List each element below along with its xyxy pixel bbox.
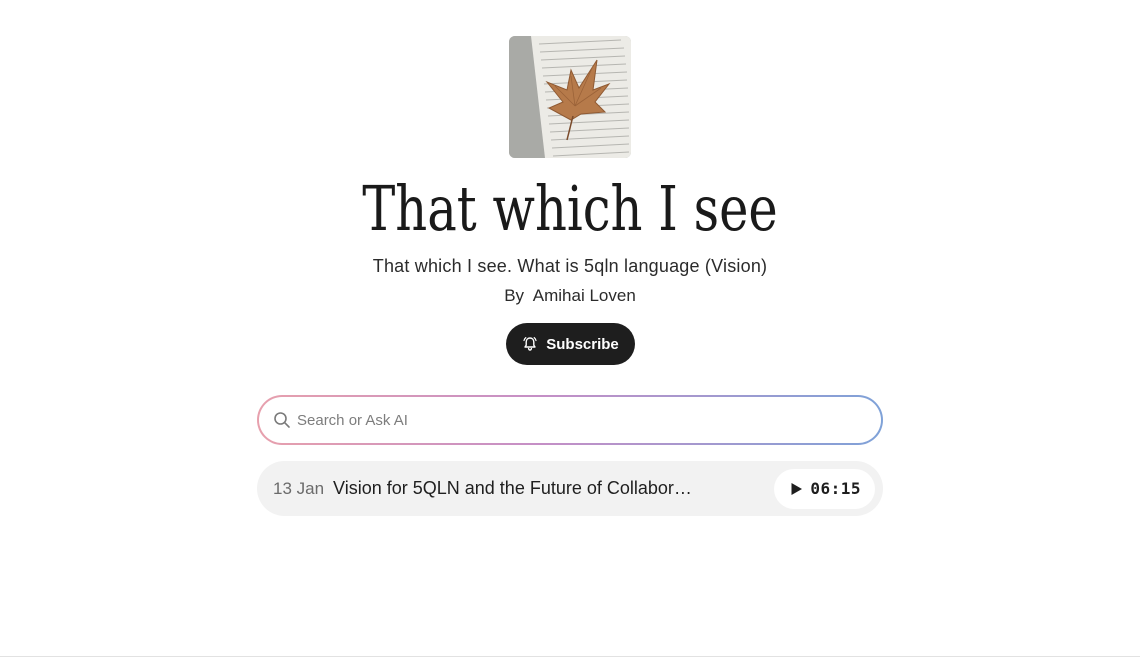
byline: By Amihai Loven (0, 285, 1140, 307)
play-button[interactable]: 06:15 (774, 468, 875, 509)
subscribe-button[interactable]: Subscribe (506, 323, 635, 365)
episode-duration: 06:15 (810, 479, 861, 498)
play-icon (791, 482, 803, 495)
search-icon (274, 412, 290, 428)
byline-prefix: By (504, 286, 525, 305)
search-field-container (259, 397, 881, 443)
search-input[interactable] (297, 411, 837, 429)
episode-row[interactable]: 13 Jan Vision for 5QLN and the Future of… (257, 461, 883, 516)
podcast-cover-image (509, 36, 631, 158)
search-bar (257, 395, 883, 445)
leaf-on-paper-image (509, 36, 631, 158)
podcast-title: That which I see (362, 172, 778, 245)
podcast-description: That which I see. What is 5qln language … (372, 256, 768, 276)
bell-icon (523, 337, 537, 351)
author-link[interactable]: Amihai Loven (533, 286, 636, 305)
episode-title[interactable]: Vision for 5QLN and the Future of Collab… (333, 478, 693, 499)
episode-date: 13 Jan (273, 478, 325, 498)
subscribe-label: Subscribe (546, 335, 619, 353)
